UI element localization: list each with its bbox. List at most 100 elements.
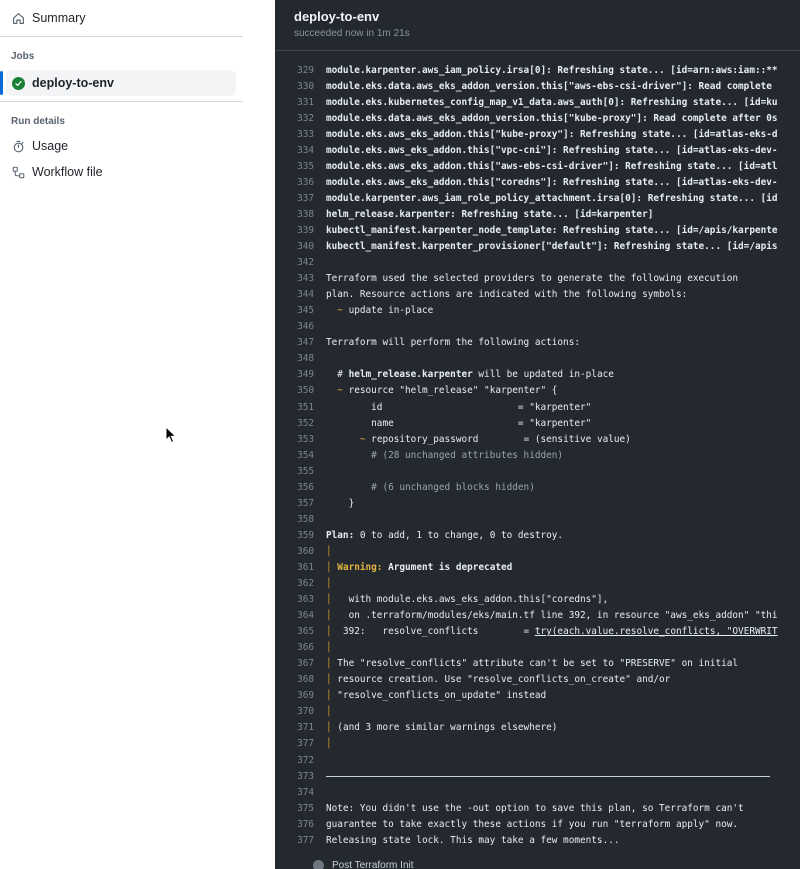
log-text: module.eks.aws_eks_addon.this["aws-ebs-c… bbox=[326, 160, 778, 172]
sidebar-item-workflow-file[interactable]: Workflow file bbox=[6, 159, 236, 185]
sidebar-item-label: Workflow file bbox=[32, 165, 103, 179]
log-line: 340 kubectl_manifest.karpenter_provisione… bbox=[275, 239, 800, 255]
log-line-text: │ "resolve_conflicts_on_update" instead bbox=[326, 690, 546, 701]
log-line-text bbox=[326, 771, 770, 782]
line-number: 369 bbox=[297, 690, 314, 702]
log-line: 369 │ "resolve_conflicts_on_update" inste… bbox=[275, 688, 800, 704]
line-number: 373 bbox=[297, 770, 314, 782]
log-text: guarantee to take exactly these actions … bbox=[326, 818, 739, 830]
log-line: 338 helm_release.karpenter: Refreshing st… bbox=[275, 206, 800, 222]
log-line-text: Terraform used the selected providers to… bbox=[326, 273, 738, 284]
log-line: 365 │ 392: resolve_conflicts = try(each.v… bbox=[275, 624, 800, 640]
header-divider bbox=[275, 50, 800, 51]
step-status-icon bbox=[313, 860, 324, 869]
log-text: module.eks.data.aws_eks_addon_version.th… bbox=[326, 80, 772, 92]
log-line: 335 module.eks.aws_eks_addon.this["aws-eb… bbox=[275, 158, 800, 174]
line-number: 365 bbox=[297, 626, 314, 638]
line-number: 367 bbox=[297, 658, 314, 670]
log-line: 337 module.karpenter.aws_iam_role_policy_… bbox=[275, 190, 800, 206]
log-line-text: helm_release.karpenter: Refreshing state… bbox=[326, 209, 653, 220]
sidebar-item-deploy-to-env[interactable]: deploy-to-env bbox=[6, 70, 236, 96]
log-line-text: Note: You didn't use the -out option to … bbox=[326, 803, 744, 814]
workflow-file-icon bbox=[12, 166, 25, 179]
log-text: id = "karpenter" bbox=[326, 401, 592, 413]
log-line: 352 name = "karpenter" bbox=[275, 415, 800, 431]
warning-gutter: │ bbox=[326, 706, 338, 718]
log-line-text: │ bbox=[326, 578, 337, 589]
warning-gutter: │ bbox=[326, 658, 338, 670]
log-line: 332 module.eks.data.aws_eks_addon_version… bbox=[275, 110, 800, 126]
log-text: Terraform will perform the following act… bbox=[326, 337, 580, 349]
log-text: kubectl_manifest.karpenter_provisioner["… bbox=[326, 241, 778, 253]
sidebar-item-label: Usage bbox=[32, 139, 69, 153]
log-line: 370 │ bbox=[275, 704, 800, 720]
line-number: 360 bbox=[297, 545, 314, 557]
log-line-text: │ The "resolve_conflicts" attribute can'… bbox=[326, 658, 738, 669]
line-number: 329 bbox=[297, 64, 314, 76]
log-line-text: Releasing state lock. This may take a fe… bbox=[326, 835, 620, 846]
log-text: with module.eks.aws_eks_addon.this["core… bbox=[337, 594, 609, 606]
warning-gutter: │ bbox=[326, 642, 338, 654]
log-line: 354 # (28 unchanged attributes hidden) bbox=[275, 447, 800, 463]
log-line-text: │ with module.eks.aws_eks_addon.this["co… bbox=[326, 594, 608, 605]
log-line-text: module.eks.aws_eks_addon.this["coredns"]… bbox=[326, 177, 778, 188]
line-number: 377 bbox=[297, 738, 314, 750]
warning-label: Warning: bbox=[337, 561, 383, 573]
log-line: 353 ~ repository_password = (sensitive v… bbox=[275, 431, 800, 447]
log-line-text: module.eks.kubernetes_config_map_v1_data… bbox=[326, 97, 778, 108]
line-number: 340 bbox=[297, 241, 314, 253]
log-text: resource creation. Use "resolve_conflict… bbox=[337, 674, 671, 686]
log-text: on .terraform/modules/eks/main.tf line 3… bbox=[337, 610, 778, 622]
log-line: 344 plan. Resource actions are indicated … bbox=[275, 287, 800, 303]
log-line: 358 bbox=[275, 511, 800, 527]
line-number: 368 bbox=[297, 674, 314, 686]
log-line-text: module.karpenter.aws_iam_role_policy_att… bbox=[326, 193, 778, 204]
log-line-text: Plan: 0 to add, 1 to change, 0 to destro… bbox=[326, 530, 563, 541]
sidebar-item-usage[interactable]: Usage bbox=[6, 133, 236, 159]
log-line: 334 module.eks.aws_eks_addon.this["vpc-cn… bbox=[275, 142, 800, 158]
warning-gutter: │ bbox=[326, 722, 338, 734]
warning-gutter: │ bbox=[326, 610, 338, 622]
line-number: 359 bbox=[297, 529, 314, 541]
line-number: 354 bbox=[297, 449, 314, 461]
log-text: module.eks.aws_eks_addon.this["vpc-cni"]… bbox=[326, 144, 778, 156]
log-text: (and 3 more similar warnings elsewhere) bbox=[337, 722, 558, 734]
line-number: 358 bbox=[297, 513, 314, 525]
line-number: 362 bbox=[297, 578, 314, 590]
log-output[interactable]: 329 module.karpenter.aws_iam_policy.irsa[… bbox=[275, 62, 800, 848]
log-line: 336 module.eks.aws_eks_addon.this["coredn… bbox=[275, 174, 800, 190]
sidebar-divider bbox=[0, 36, 243, 37]
log-line: 349 # helm_release.karpenter will be upd… bbox=[275, 367, 800, 383]
next-step-row[interactable]: Post Terraform Init bbox=[299, 860, 414, 869]
log-text: helm_release.karpenter: Refreshing state… bbox=[326, 208, 654, 220]
log-line: 355 bbox=[275, 463, 800, 479]
warning-gutter: │ bbox=[326, 626, 338, 638]
line-number: 375 bbox=[297, 802, 314, 814]
log-text: The "resolve_conflicts" attribute can't … bbox=[337, 658, 739, 670]
log-text: Terraform used the selected providers to… bbox=[326, 273, 739, 285]
log-line: 363 │ with module.eks.aws_eks_addon.this[… bbox=[275, 592, 800, 608]
line-number: 350 bbox=[297, 385, 314, 397]
log-line: 360 │ bbox=[275, 543, 800, 559]
log-text: # (6 unchanged blocks hidden) bbox=[326, 481, 535, 493]
log-text: # bbox=[326, 369, 349, 381]
log-text: # (28 unchanged attributes hidden) bbox=[326, 449, 564, 461]
line-number: 348 bbox=[297, 353, 314, 365]
line-number: 377 bbox=[297, 834, 314, 846]
line-number: 376 bbox=[297, 818, 314, 830]
mouse-cursor-icon bbox=[165, 426, 177, 444]
warning-gutter: │ bbox=[326, 738, 338, 750]
sidebar-item-summary[interactable]: Summary bbox=[6, 5, 236, 31]
log-text: plan. Resource actions are indicated wit… bbox=[326, 289, 688, 301]
line-number: 332 bbox=[297, 112, 314, 124]
line-number: 372 bbox=[297, 754, 314, 766]
log-text: "resolve_conflicts_on_update" instead bbox=[337, 690, 547, 702]
log-text: module.eks.aws_eks_addon.this["coredns"]… bbox=[326, 176, 778, 188]
log-text: Releasing state lock. This may take a fe… bbox=[326, 834, 620, 846]
log-line-text: │ resource creation. Use "resolve_confli… bbox=[326, 674, 670, 685]
jobs-heading: Jobs bbox=[11, 51, 35, 62]
log-line: 342 bbox=[275, 255, 800, 271]
log-text: 392: resolve_conflicts = bbox=[337, 626, 535, 638]
